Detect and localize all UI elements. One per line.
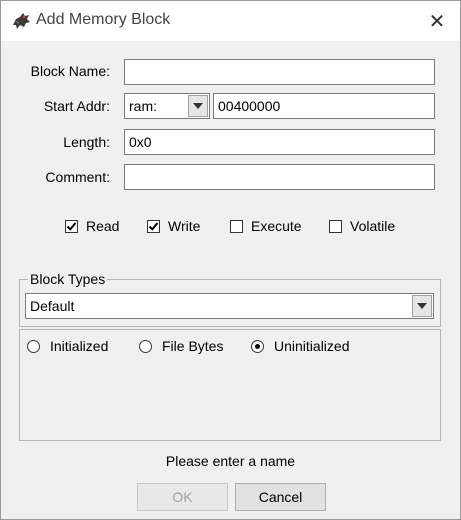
checkmark-icon xyxy=(148,221,159,231)
checkmark-icon xyxy=(66,221,77,231)
close-icon: ✕ xyxy=(428,10,446,33)
length-input[interactable]: 0x0 xyxy=(124,129,435,155)
execute-label: Execute xyxy=(251,218,302,234)
ok-button[interactable]: OK xyxy=(137,483,228,511)
initialized-radio[interactable]: Initialized xyxy=(27,336,108,356)
uninitialized-radio[interactable]: Uninitialized xyxy=(251,336,349,356)
window-title: Add Memory Block xyxy=(36,11,171,28)
checkbox-box[interactable] xyxy=(147,219,160,233)
read-label: Read xyxy=(86,218,120,234)
comment-input[interactable] xyxy=(124,164,435,190)
radio-circle[interactable] xyxy=(139,339,152,353)
status-message: Please enter a name xyxy=(165,453,296,469)
length-label: Length: xyxy=(63,134,110,150)
file-bytes-label: File Bytes xyxy=(162,338,224,354)
radio-selected-dot xyxy=(255,343,260,349)
volatile-label: Volatile xyxy=(350,218,396,234)
block-type-value: Default xyxy=(30,298,75,314)
initialized-label: Initialized xyxy=(50,338,109,354)
file-bytes-radio[interactable]: File Bytes xyxy=(139,336,223,356)
block-types-legend: Block Types xyxy=(28,271,108,287)
cancel-button[interactable]: Cancel xyxy=(235,483,326,511)
uninitialized-label: Uninitialized xyxy=(274,338,350,354)
radio-circle[interactable] xyxy=(27,339,40,353)
checkbox-box[interactable] xyxy=(329,219,342,233)
close-button[interactable]: ✕ xyxy=(414,1,460,41)
write-checkbox[interactable]: Write xyxy=(147,216,200,236)
block-name-input[interactable] xyxy=(124,59,435,85)
address-space-select[interactable]: ram: xyxy=(124,93,210,119)
start-address-input[interactable]: 00400000 xyxy=(213,93,435,119)
write-label: Write xyxy=(168,218,201,234)
read-checkbox[interactable]: Read xyxy=(65,216,119,236)
volatile-checkbox[interactable]: Volatile xyxy=(329,216,395,236)
add-memory-block-dialog: Add Memory Block ✕ Block Name: Start Add… xyxy=(0,0,461,520)
radio-circle[interactable] xyxy=(251,339,264,353)
block-type-select[interactable]: Default xyxy=(25,293,434,319)
start-addr-label: Start Addr: xyxy=(43,98,110,114)
address-space-value: ram: xyxy=(129,98,157,114)
comment-label: Comment: xyxy=(45,169,110,185)
block-name-label: Block Name: xyxy=(30,63,110,79)
checkbox-box[interactable] xyxy=(230,219,243,233)
checkbox-box[interactable] xyxy=(65,219,78,233)
chevron-down-icon[interactable] xyxy=(188,95,208,117)
execute-checkbox[interactable]: Execute xyxy=(230,216,302,236)
title-bar[interactable]: Add Memory Block ✕ xyxy=(1,1,460,41)
dragon-app-icon xyxy=(13,13,30,29)
chevron-down-icon[interactable] xyxy=(412,295,432,317)
